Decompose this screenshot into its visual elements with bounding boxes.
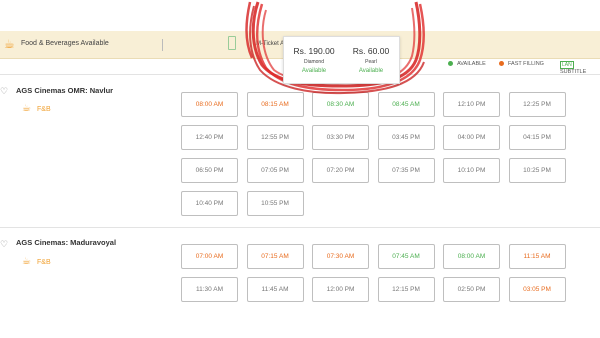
showtime-button[interactable]: 10:25 PM xyxy=(508,158,566,183)
tier-status: Available xyxy=(358,68,384,74)
food-beverage-label: Food & Beverages Available xyxy=(21,40,109,47)
info-divider xyxy=(162,39,163,51)
legend-subtitle: LANSUBTITLE xyxy=(560,61,600,75)
legend-available: AVAILABLE xyxy=(448,61,486,67)
price-tier: Rs. 190.00 Diamond Available xyxy=(285,46,343,74)
fast-filling-dot-icon xyxy=(499,61,504,67)
showtime-button[interactable]: 04:15 PM xyxy=(508,125,566,150)
showtime-button[interactable]: 12:00 PM xyxy=(312,277,369,302)
fnb-tag: ☕ F&B xyxy=(22,103,51,114)
showtime-button[interactable]: 04:00 PM xyxy=(443,125,500,150)
showtime-button[interactable]: 07:15 AM xyxy=(246,244,304,269)
lan-badge: LAN xyxy=(560,61,574,69)
showtime-button[interactable]: 07:05 PM xyxy=(246,158,304,183)
showtime-button[interactable]: 06:50 PM xyxy=(181,158,238,183)
showtime-button[interactable]: 08:00 AM xyxy=(181,92,238,117)
section-divider xyxy=(0,227,600,228)
fnb-label: F&B xyxy=(37,106,51,113)
showtime-button[interactable]: 12:40 PM xyxy=(181,125,238,150)
showtime-button[interactable]: 07:30 AM xyxy=(312,244,369,269)
showtime-button[interactable]: 11:30 AM xyxy=(181,277,238,302)
favorite-heart-icon[interactable]: ♡ xyxy=(0,240,9,249)
price-tier: Rs. 60.00 Pearl Available xyxy=(342,46,400,74)
fnb-label: F&B xyxy=(37,259,51,266)
showtime-button[interactable]: 10:55 PM xyxy=(246,191,304,216)
showtime-button[interactable]: 02:50 PM xyxy=(443,277,500,302)
showtime-button[interactable]: 11:45 AM xyxy=(246,277,304,302)
showtime-button[interactable]: 08:30 AM xyxy=(312,92,369,117)
showtime-button[interactable]: 08:00 AM xyxy=(443,244,500,269)
legend-fast-filling: FAST FILLING xyxy=(499,61,544,67)
showtime-button[interactable]: 07:20 PM xyxy=(312,158,369,183)
favorite-heart-icon[interactable]: ♡ xyxy=(0,87,9,96)
showtime-button[interactable]: 08:15 AM xyxy=(246,92,304,117)
food-beverage-icon: ☕ xyxy=(4,37,15,51)
showtime-button[interactable]: 07:00 AM xyxy=(181,244,238,269)
tier-price: Rs. 60.00 xyxy=(352,46,390,56)
price-tooltip: Rs. 190.00 Diamond Available Rs. 60.00 P… xyxy=(283,36,400,84)
showtime-button[interactable]: 12:10 PM xyxy=(443,92,500,117)
showtime-button[interactable]: 03:05 PM xyxy=(508,277,566,302)
showtime-button[interactable]: 12:25 PM xyxy=(508,92,566,117)
tier-status: Available xyxy=(301,68,327,74)
tier-class: Diamond xyxy=(303,59,324,65)
food-beverage-icon: ☕ xyxy=(22,256,31,267)
available-dot-icon xyxy=(448,61,453,67)
fnb-tag: ☕ F&B xyxy=(22,256,51,267)
food-beverage-icon: ☕ xyxy=(22,103,31,114)
showtime-button[interactable]: 11:15 AM xyxy=(508,244,566,269)
tier-class: Pearl xyxy=(365,59,377,65)
showtime-button[interactable]: 10:10 PM xyxy=(443,158,500,183)
showtime-button[interactable]: 08:45 AM xyxy=(377,92,435,117)
cinema-name[interactable]: AGS Cinemas: Maduravoyal xyxy=(16,238,116,247)
showtime-button[interactable]: 07:35 PM xyxy=(377,158,435,183)
showtime-button[interactable]: 10:40 PM xyxy=(181,191,238,216)
legend-fast-filling-label: FAST FILLING xyxy=(508,61,544,67)
legend-available-label: AVAILABLE xyxy=(457,61,486,67)
mobile-ticket-icon xyxy=(228,36,236,50)
showtime-button[interactable]: 12:55 PM xyxy=(246,125,304,150)
showtime-button[interactable]: 03:45 PM xyxy=(377,125,435,150)
tier-price: Rs. 190.00 xyxy=(293,46,335,56)
showtime-button[interactable]: 12:15 PM xyxy=(377,277,435,302)
showtime-button[interactable]: 03:30 PM xyxy=(312,125,369,150)
cinema-name[interactable]: AGS Cinemas OMR: Navlur xyxy=(16,86,113,95)
showtime-button[interactable]: 07:45 AM xyxy=(377,244,435,269)
